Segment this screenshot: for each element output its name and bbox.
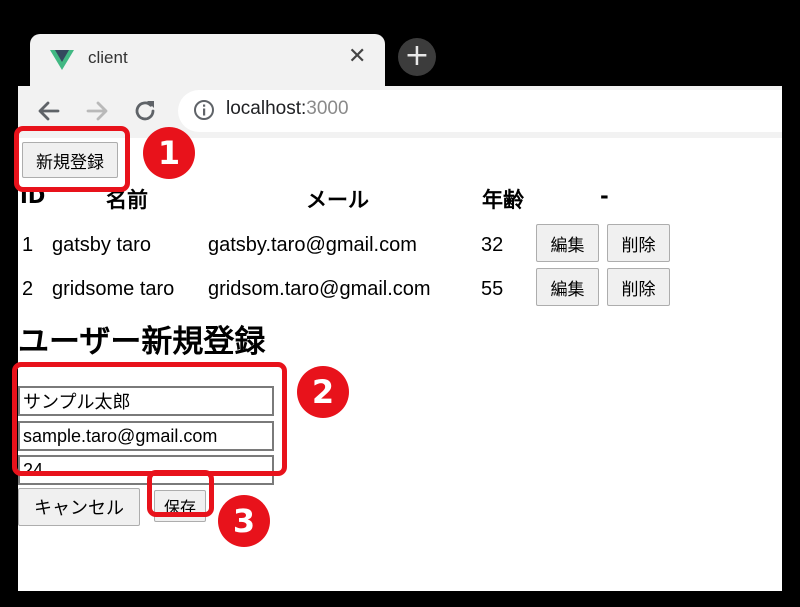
highlight-frame-2 <box>12 362 287 476</box>
cell-email: gatsby.taro@gmail.com <box>208 234 417 256</box>
close-icon[interactable]: ✕ <box>348 44 366 69</box>
url-text: localhost:3000 <box>226 98 349 120</box>
browser-tab[interactable]: client ✕ <box>30 34 385 86</box>
tab-title: client <box>88 48 128 67</box>
step-badge-3: 3 <box>218 495 270 547</box>
delete-button[interactable]: 削除 <box>607 268 670 306</box>
column-header-age: 年齢 <box>482 188 524 212</box>
step-badge-1: 1 <box>143 127 195 179</box>
address-bar[interactable]: localhost:3000 <box>178 90 782 132</box>
browser-window: client ✕ + localhost:3000 新規登録 ID 名前 メール… <box>18 16 782 591</box>
cell-age: 32 <box>481 234 504 256</box>
cell-id: 1 <box>22 234 34 256</box>
edit-button[interactable]: 編集 <box>536 224 599 262</box>
plus-icon[interactable]: + <box>398 38 436 76</box>
cell-email: gridsom.taro@gmail.com <box>208 278 431 300</box>
column-header-email: メール <box>306 188 369 212</box>
column-header-actions: - <box>600 184 609 208</box>
step-badge-2: 2 <box>297 366 349 418</box>
cell-age: 55 <box>481 278 504 300</box>
highlight-frame-3 <box>147 470 214 517</box>
cell-name: gatsby taro <box>52 234 151 256</box>
highlight-frame-1 <box>14 126 130 192</box>
info-icon[interactable] <box>193 99 215 121</box>
tab-strip: client ✕ + <box>18 16 782 86</box>
cell-name: gridsome taro <box>52 278 175 300</box>
forward-arrow-icon[interactable] <box>82 96 112 126</box>
cancel-button[interactable]: キャンセル <box>18 488 140 526</box>
cell-id: 2 <box>22 278 34 300</box>
url-port: 3000 <box>306 98 349 119</box>
url-host: localhost: <box>226 98 307 119</box>
vue-logo-icon <box>50 50 74 70</box>
reload-icon[interactable] <box>130 96 160 126</box>
back-arrow-icon[interactable] <box>34 96 64 126</box>
delete-button[interactable]: 削除 <box>607 224 670 262</box>
form-heading: ユーザー新規登録 <box>18 324 266 360</box>
browser-toolbar: localhost:3000 <box>18 86 782 138</box>
edit-button[interactable]: 編集 <box>536 268 599 306</box>
